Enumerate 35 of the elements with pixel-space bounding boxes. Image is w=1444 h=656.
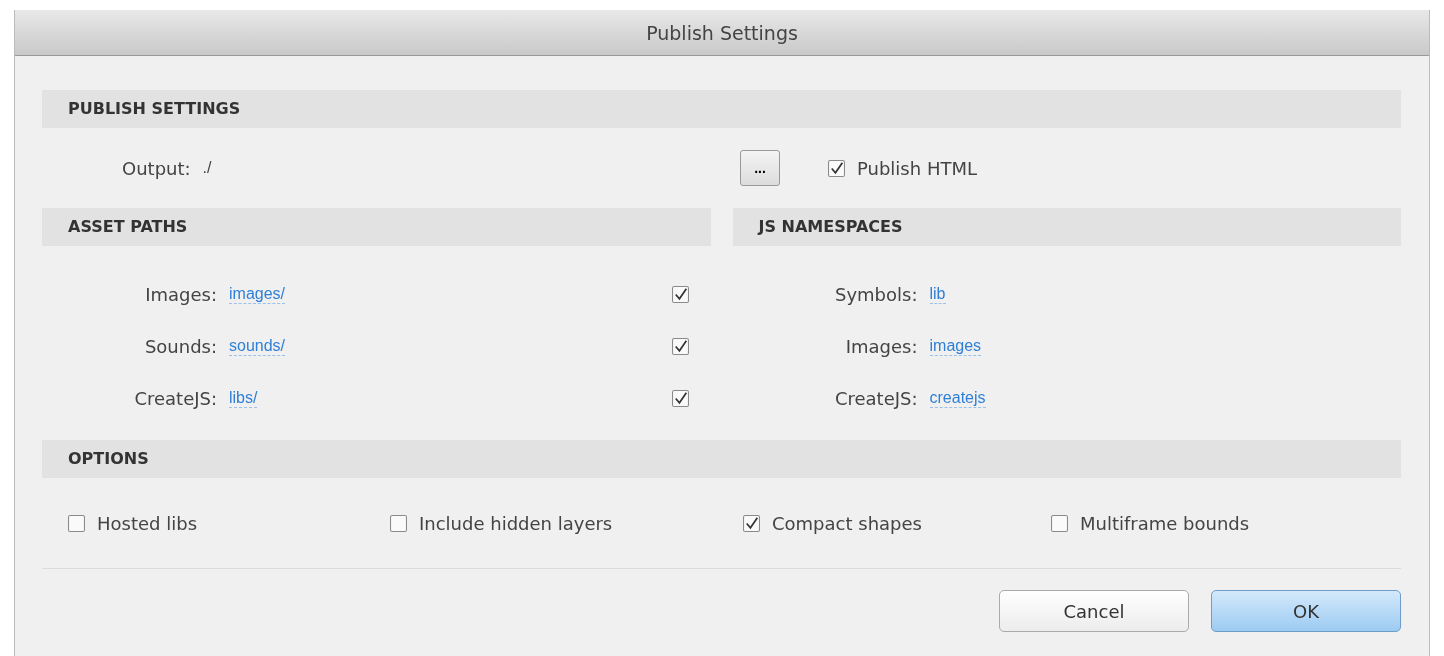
section-header: JS NAMESPACES: [732, 208, 1401, 246]
output-path: ./: [202, 159, 212, 177]
path-link[interactable]: sounds/: [229, 336, 286, 356]
namespace-link[interactable]: createjs: [929, 388, 986, 408]
field-label: CreateJS:: [133, 387, 217, 409]
checkbox[interactable]: [390, 514, 407, 532]
path-link[interactable]: images/: [229, 284, 286, 304]
checkbox[interactable]: [671, 285, 689, 303]
checkbox-label[interactable]: Publish HTML: [857, 157, 977, 179]
field-label: Images:: [844, 335, 918, 357]
checkbox[interactable]: [828, 159, 845, 177]
namespace-link[interactable]: images: [929, 336, 982, 356]
section-header: ASSET PATHS: [42, 208, 711, 246]
path-link[interactable]: libs/: [229, 388, 258, 408]
checkbox[interactable]: [671, 337, 689, 355]
checkbox[interactable]: [743, 514, 760, 532]
cancel-button[interactable]: Cancel: [999, 590, 1189, 632]
checkbox[interactable]: [671, 389, 689, 407]
window-title: Publish Settings: [646, 21, 798, 44]
namespace-link[interactable]: lib: [929, 284, 946, 304]
checkbox-label[interactable]: Include hidden layers: [419, 512, 613, 534]
checkbox[interactable]: [1051, 514, 1068, 532]
ok-button[interactable]: OK: [1211, 590, 1401, 632]
field-label: CreateJS:: [833, 387, 918, 409]
field-label: Output:: [122, 157, 191, 179]
checkbox-label[interactable]: Compact shapes: [772, 512, 922, 534]
checkbox-label[interactable]: Multiframe bounds: [1080, 512, 1250, 534]
section-header: PUBLISH SETTINGS: [42, 90, 1401, 128]
field-label: Symbols:: [834, 283, 918, 305]
field-label: Sounds:: [143, 335, 217, 357]
field-label: Images:: [144, 283, 217, 305]
browse-button[interactable]: ...: [740, 150, 780, 186]
section-header: OPTIONS: [42, 440, 1401, 478]
checkbox[interactable]: [68, 514, 85, 532]
checkbox-label[interactable]: Hosted libs: [97, 512, 197, 534]
